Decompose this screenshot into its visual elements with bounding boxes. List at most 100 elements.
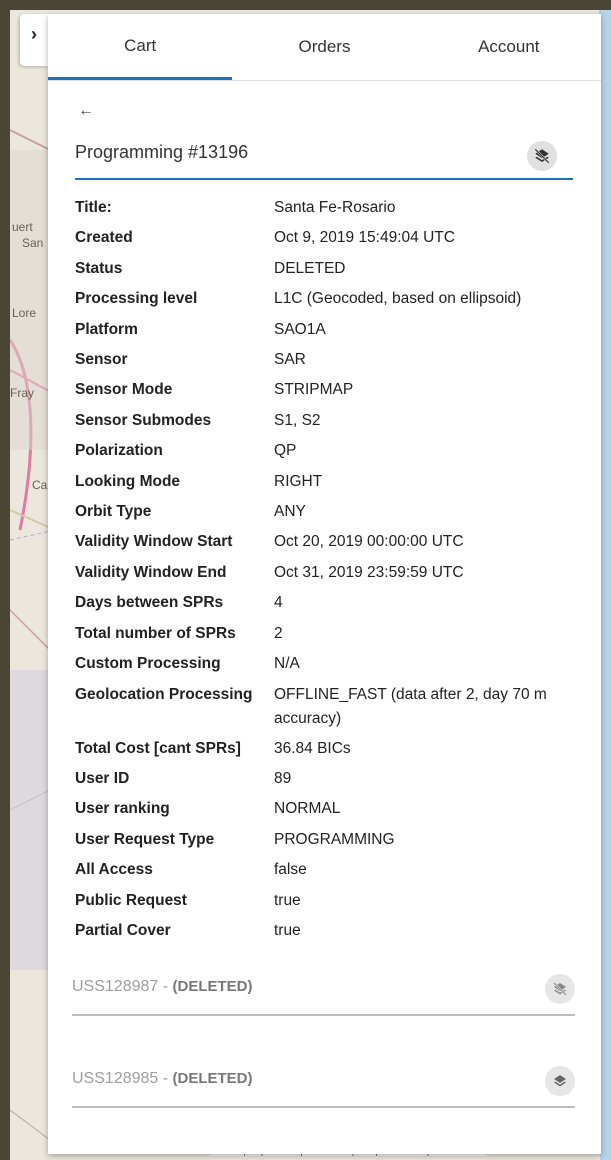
chevron-right-icon: › xyxy=(31,24,37,44)
layers-icon[interactable] xyxy=(545,1066,575,1096)
detail-key: Validity Window End xyxy=(75,563,227,581)
subrequest-label: USS128987 - (DELETED) xyxy=(72,978,253,996)
detail-row: Geolocation Processing OFFLINE_FAST (data… xyxy=(75,680,573,734)
detail-value: Oct 31, 2019 23:59:59 UTC xyxy=(274,563,464,581)
detail-key: Polarization xyxy=(75,442,163,460)
detail-row: All Access false xyxy=(75,855,573,885)
detail-key: User ranking xyxy=(75,800,170,818)
detail-key: Geolocation Processing xyxy=(75,685,253,703)
detail-key: Total number of SPRs xyxy=(75,624,236,642)
subrequest-label: USS128985 - (DELETED) xyxy=(72,1070,253,1088)
detail-value: 2 xyxy=(274,624,283,642)
detail-row: Public Request true xyxy=(75,886,573,916)
detail-row: User Request Type PROGRAMMING xyxy=(75,825,573,855)
detail-key: User ID xyxy=(75,769,130,787)
detail-value: RIGHT xyxy=(274,472,323,490)
detail-row: Created Oct 9, 2019 15:49:04 UTC xyxy=(75,223,573,253)
detail-row: Orbit Type ANY xyxy=(75,497,573,527)
detail-key: Total Cost [cant SPRs] xyxy=(75,739,241,757)
detail-row: Polarization QP xyxy=(75,436,573,466)
detail-key: Created xyxy=(75,229,133,247)
detail-key: Sensor Mode xyxy=(75,381,173,399)
detail-key: Partial Cover xyxy=(75,921,171,939)
detail-key: Status xyxy=(75,259,123,277)
detail-row: User ranking NORMAL xyxy=(75,794,573,824)
map-place-label: uert xyxy=(12,220,33,234)
detail-value: 89 xyxy=(274,769,292,787)
detail-value: N/A xyxy=(274,655,300,673)
detail-value: true xyxy=(274,891,301,909)
detail-key: Orbit Type xyxy=(75,503,152,521)
detail-row: Validity Window End Oct 31, 2019 23:59:59… xyxy=(75,558,573,588)
detail-row: Validity Window Start Oct 20, 2019 00:00:… xyxy=(75,527,573,557)
detail-value: Oct 9, 2019 15:49:04 UTC xyxy=(274,229,455,247)
subrequest-separator: - xyxy=(158,1070,173,1087)
detail-value: false xyxy=(274,861,307,879)
detail-row: Sensor Mode STRIPMAP xyxy=(75,375,573,405)
detail-row: Looking Mode RIGHT xyxy=(75,467,573,497)
detail-key: Platform xyxy=(75,320,138,338)
detail-key: Processing level xyxy=(75,290,198,308)
detail-key: All Access xyxy=(75,861,153,879)
subrequest-separator: - xyxy=(158,978,173,995)
detail-row: Sensor Submodes S1, S2 xyxy=(75,406,573,436)
detail-key: Custom Processing xyxy=(75,655,221,673)
detail-value: NORMAL xyxy=(274,800,341,818)
detail-value: STRIPMAP xyxy=(274,381,354,399)
panel-toggle-button[interactable]: › xyxy=(20,14,48,66)
detail-row: Platform SAO1A xyxy=(75,315,573,345)
side-panel: Cart Orders Account ← Programming #13196… xyxy=(48,14,601,1154)
tab-orders[interactable]: Orders xyxy=(232,14,416,80)
detail-row: Custom Processing N/A xyxy=(75,649,573,679)
detail-row: Total Cost [cant SPRs] 36.84 BICs xyxy=(75,734,573,764)
subrequest-row[interactable]: USS128985 - (DELETED) xyxy=(72,1056,575,1108)
detail-value: SAR xyxy=(274,351,306,369)
subrequest-id: USS128987 xyxy=(72,978,159,995)
programming-details-table: Title: Santa Fe-Rosario Created Oct 9, 2019… xyxy=(75,193,573,946)
detail-key: Sensor xyxy=(75,351,128,369)
detail-row: Title: Santa Fe-Rosario xyxy=(75,193,573,223)
subrequest-status: (DELETED) xyxy=(172,1070,253,1087)
map-place-label: Lore xyxy=(12,306,37,320)
programming-header: Programming #13196 xyxy=(75,134,573,180)
detail-value: SAO1A xyxy=(274,320,326,338)
detail-value: QP xyxy=(274,442,297,460)
programming-title: Programming #13196 xyxy=(75,142,249,162)
subrequest-id: USS128985 xyxy=(72,1070,159,1087)
detail-key: Looking Mode xyxy=(75,472,181,490)
detail-key: Title: xyxy=(75,199,112,216)
tab-cart[interactable]: Cart xyxy=(48,14,233,80)
detail-row: Processing level L1C (Geocoded, based on … xyxy=(75,284,573,314)
detail-row: Total number of SPRs 2 xyxy=(75,619,573,649)
subrequest-status: (DELETED) xyxy=(172,978,253,995)
detail-value: ANY xyxy=(274,503,306,521)
detail-key: Sensor Submodes xyxy=(75,411,212,429)
detail-value: Oct 20, 2019 00:00:00 UTC xyxy=(274,533,464,551)
detail-key: Validity Window Start xyxy=(75,533,233,551)
map-place-label: Fray xyxy=(10,386,34,400)
detail-key: User Request Type xyxy=(75,830,215,848)
detail-value: Santa Fe-Rosario xyxy=(274,199,396,216)
detail-row: Status DELETED xyxy=(75,254,573,284)
layers-off-icon[interactable] xyxy=(527,141,557,171)
layers-off-icon[interactable] xyxy=(545,974,575,1004)
detail-row: User ID 89 xyxy=(75,764,573,794)
detail-key: Public Request xyxy=(75,891,187,909)
detail-row: Days between SPRs 4 xyxy=(75,588,573,618)
detail-value: PROGRAMMING xyxy=(274,830,395,848)
detail-value: L1C (Geocoded, based on ellipsoid) xyxy=(274,290,522,308)
detail-key: Days between SPRs xyxy=(75,594,224,612)
map-place-label: Ca xyxy=(32,478,48,492)
detail-row: Partial Cover true xyxy=(75,916,573,946)
back-arrow-icon[interactable]: ← xyxy=(78,102,94,120)
detail-value: OFFLINE_FAST (data after 2, day 70 m acc… xyxy=(274,685,547,727)
tab-account[interactable]: Account xyxy=(417,14,601,80)
detail-value: true xyxy=(274,921,301,939)
map-place-label: San xyxy=(22,236,44,250)
detail-value: DELETED xyxy=(274,259,346,277)
tab-bar: Cart Orders Account xyxy=(48,14,601,81)
detail-value: 4 xyxy=(274,594,283,612)
detail-value: 36.84 BICs xyxy=(274,739,351,757)
subrequest-row[interactable]: USS128987 - (DELETED) xyxy=(72,964,575,1016)
detail-value: S1, S2 xyxy=(274,411,321,429)
